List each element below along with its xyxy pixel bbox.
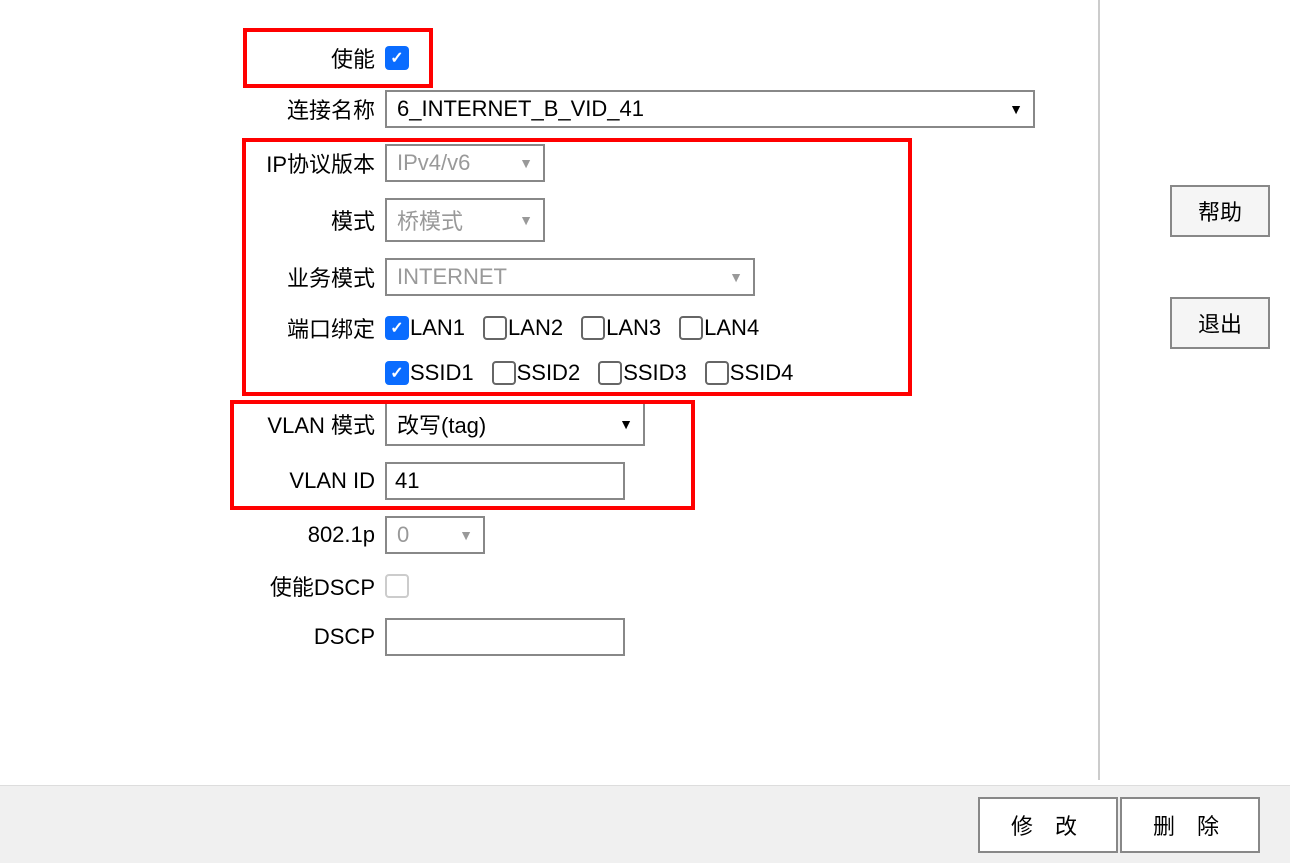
ssid2-checkbox[interactable] bbox=[492, 361, 516, 385]
lan2-label: LAN2 bbox=[508, 315, 563, 341]
dot1p-label: 802.1p bbox=[0, 522, 385, 548]
mode-label: 模式 bbox=[0, 204, 385, 236]
chevron-down-icon: ▼ bbox=[1009, 101, 1023, 117]
chevron-down-icon: ▼ bbox=[729, 269, 743, 285]
chevron-down-icon: ▼ bbox=[619, 416, 633, 432]
chevron-down-icon: ▼ bbox=[519, 212, 533, 228]
service-mode-select[interactable]: INTERNET ▼ bbox=[385, 258, 755, 296]
vlan-mode-label: VLAN 模式 bbox=[0, 408, 385, 440]
vlan-mode-select[interactable]: 改写(tag) ▼ bbox=[385, 402, 645, 446]
ssid4-label: SSID4 bbox=[730, 360, 794, 386]
ssid3-checkbox[interactable] bbox=[598, 361, 622, 385]
ip-protocol-label: IP协议版本 bbox=[0, 147, 385, 179]
dot1p-select[interactable]: 0 ▼ bbox=[385, 516, 485, 554]
delete-button[interactable]: 删 除 bbox=[1120, 797, 1260, 853]
lan3-label: LAN3 bbox=[606, 315, 661, 341]
enable-label: 使能 bbox=[0, 42, 385, 74]
dscp-input[interactable] bbox=[385, 618, 625, 656]
exit-button[interactable]: 退出 bbox=[1170, 297, 1270, 349]
lan3-checkbox[interactable] bbox=[581, 316, 605, 340]
chevron-down-icon: ▼ bbox=[519, 155, 533, 171]
ssid4-checkbox[interactable] bbox=[705, 361, 729, 385]
ssid1-label: SSID1 bbox=[410, 360, 474, 386]
enable-dscp-checkbox[interactable] bbox=[385, 574, 409, 598]
dot1p-value: 0 bbox=[397, 522, 409, 548]
dscp-label: DSCP bbox=[0, 624, 385, 650]
enable-dscp-label: 使能DSCP bbox=[0, 570, 385, 602]
lan1-label: LAN1 bbox=[410, 315, 465, 341]
vlan-id-input[interactable] bbox=[385, 462, 625, 500]
lan4-checkbox[interactable] bbox=[679, 316, 703, 340]
lan4-label: LAN4 bbox=[704, 315, 759, 341]
chevron-down-icon: ▼ bbox=[459, 527, 473, 543]
ip-protocol-select[interactable]: IPv4/v6 ▼ bbox=[385, 144, 545, 182]
lan2-checkbox[interactable] bbox=[483, 316, 507, 340]
help-button[interactable]: 帮助 bbox=[1170, 185, 1270, 237]
service-mode-value: INTERNET bbox=[397, 264, 507, 290]
ssid2-label: SSID2 bbox=[517, 360, 581, 386]
ip-protocol-value: IPv4/v6 bbox=[397, 150, 470, 176]
connection-name-select[interactable]: 6_INTERNET_B_VID_41 ▼ bbox=[385, 90, 1035, 128]
service-mode-label: 业务模式 bbox=[0, 261, 385, 293]
ssid3-label: SSID3 bbox=[623, 360, 687, 386]
modify-button[interactable]: 修 改 bbox=[978, 797, 1118, 853]
vlan-id-label: VLAN ID bbox=[0, 468, 385, 494]
enable-checkbox[interactable] bbox=[385, 46, 409, 70]
vlan-mode-value: 改写(tag) bbox=[397, 408, 486, 440]
port-binding-label: 端口绑定 bbox=[0, 312, 385, 344]
footer-bar: 修 改 删 除 bbox=[0, 785, 1290, 863]
ssid1-checkbox[interactable] bbox=[385, 361, 409, 385]
lan1-checkbox[interactable] bbox=[385, 316, 409, 340]
mode-select[interactable]: 桥模式 ▼ bbox=[385, 198, 545, 242]
connection-name-label: 连接名称 bbox=[0, 93, 385, 125]
mode-value: 桥模式 bbox=[397, 204, 463, 236]
connection-name-value: 6_INTERNET_B_VID_41 bbox=[397, 96, 644, 122]
